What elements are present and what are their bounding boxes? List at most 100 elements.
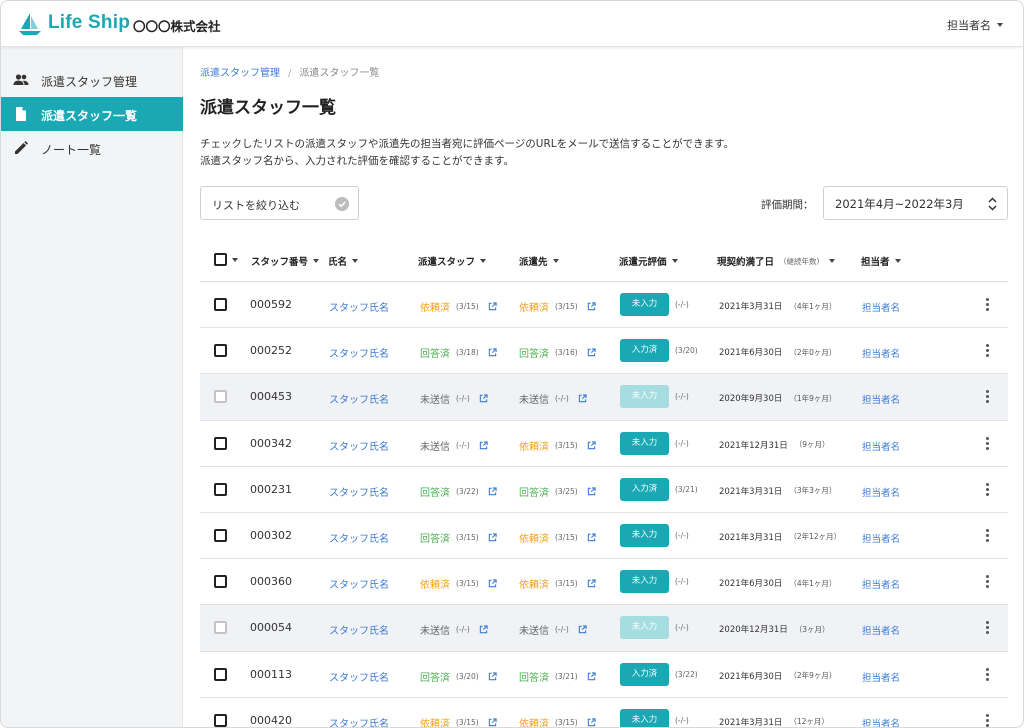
external-link-icon[interactable] (587, 302, 596, 311)
more-options-icon[interactable] (986, 713, 990, 727)
row-checkbox[interactable] (214, 528, 227, 542)
external-link-icon[interactable] (488, 579, 497, 588)
staff-status: 回答済 (3/20) (420, 669, 497, 684)
manager-link[interactable]: 担当者名 (862, 485, 900, 499)
row-checkbox[interactable] (214, 344, 227, 358)
external-link-icon[interactable] (587, 718, 596, 727)
staff-name-link[interactable]: スタッフ氏名 (329, 669, 389, 684)
origin-eval-button[interactable]: 入力済 (620, 662, 669, 686)
sidebar-item-staff-management[interactable]: 派遣スタッフ管理 (1, 63, 183, 97)
sort-caret-icon (313, 259, 320, 263)
sort-header-name[interactable]: 氏名 (328, 254, 359, 268)
origin-eval-button[interactable]: 入力済 (620, 339, 669, 363)
chevron-down-icon[interactable] (232, 257, 238, 262)
staff-name-link[interactable]: スタッフ氏名 (329, 530, 389, 545)
sidebar-item-notes[interactable]: ノート一覧 (1, 131, 183, 165)
status-count: (3/15) (555, 532, 578, 542)
more-options-icon[interactable] (986, 390, 990, 404)
sort-header-manager[interactable]: 担当者 (861, 254, 901, 268)
row-checkbox[interactable] (214, 667, 227, 681)
app-window: Life Ship 〇〇〇株式会社 担当者名 派遣スタッフ管理 派遣スタッフ一覧 (0, 0, 1024, 728)
external-link-icon[interactable] (578, 394, 587, 403)
origin-eval-button[interactable]: 未入力 (620, 616, 669, 640)
origin-eval-button[interactable]: 未入力 (620, 708, 669, 727)
row-checkbox[interactable] (214, 713, 227, 727)
contract-end-date: 2020年12月31日 （3ヶ月） (719, 623, 830, 636)
manager-link[interactable]: 担当者名 (862, 670, 900, 684)
breadcrumb-parent-link[interactable]: 派遣スタッフ管理 (200, 68, 280, 79)
staff-name-link[interactable]: スタッフ氏名 (329, 576, 389, 591)
row-checkbox[interactable] (214, 298, 227, 311)
staff-name-link[interactable]: スタッフ氏名 (329, 438, 389, 453)
select-all-checkbox[interactable] (214, 253, 227, 266)
manager-link[interactable]: 担当者名 (862, 346, 900, 360)
external-link-icon[interactable] (488, 671, 497, 681)
origin-eval-button[interactable]: 入力済 (620, 477, 669, 501)
external-link-icon[interactable] (578, 625, 587, 634)
manager-link[interactable]: 担当者名 (862, 300, 900, 314)
staff-name-link[interactable]: スタッフ氏名 (329, 715, 389, 727)
manager-link[interactable]: 担当者名 (862, 392, 900, 406)
more-options-icon[interactable] (986, 482, 990, 497)
external-link-icon[interactable] (479, 440, 488, 450)
row-checkbox[interactable] (214, 436, 227, 450)
external-link-icon[interactable] (488, 718, 497, 727)
header-label: スタッフ番号 (251, 257, 309, 268)
more-options-icon[interactable] (986, 344, 990, 358)
staff-name-link[interactable]: スタッフ氏名 (329, 299, 389, 314)
sort-header-origin-eval[interactable]: 派遣元評価 (619, 254, 678, 268)
origin-eval-button[interactable]: 未入力 (620, 523, 669, 547)
staff-name-link[interactable]: スタッフ氏名 (329, 622, 389, 637)
external-link-icon[interactable] (587, 487, 596, 496)
origin-eval-button[interactable]: 未入力 (620, 431, 669, 455)
more-options-icon[interactable] (986, 667, 990, 682)
staff-name-link[interactable]: スタッフ氏名 (329, 345, 389, 360)
sort-header-staff[interactable]: 派遣スタッフ (418, 254, 487, 268)
external-link-icon[interactable] (488, 302, 497, 311)
period-select[interactable]: 2021年4月~2022年3月 (823, 186, 1008, 220)
manager-link[interactable]: 担当者名 (862, 623, 900, 637)
external-link-icon[interactable] (479, 394, 488, 403)
staff-name-link[interactable]: スタッフ氏名 (329, 484, 389, 499)
origin-eval-button[interactable]: 未入力 (620, 385, 669, 409)
origin-eval-button[interactable]: 未入力 (620, 293, 669, 316)
sort-header-contract[interactable]: 現契約満了日 （継続年数） (717, 254, 836, 268)
external-link-icon[interactable] (488, 533, 497, 542)
manager-link[interactable]: 担当者名 (862, 577, 900, 591)
more-options-icon[interactable] (986, 528, 990, 543)
sort-header-number[interactable]: スタッフ番号 (251, 254, 320, 268)
external-link-icon[interactable] (587, 440, 596, 450)
more-options-icon[interactable] (986, 575, 990, 589)
more-options-icon[interactable] (986, 621, 990, 635)
status-count: (3/15) (555, 579, 578, 589)
status-text: 回答済 (420, 533, 450, 545)
external-link-icon[interactable] (488, 487, 497, 496)
row-checkbox[interactable] (214, 575, 227, 589)
external-link-icon[interactable] (488, 348, 497, 357)
header-label: 派遣先 (519, 257, 548, 268)
manager-link[interactable]: 担当者名 (862, 531, 900, 545)
row-checkbox[interactable] (214, 390, 227, 404)
staff-name-link[interactable]: スタッフ氏名 (329, 391, 389, 406)
status-count: (3/16) (555, 348, 578, 358)
filter-list-button[interactable]: リストを絞り込む (200, 186, 359, 220)
status-count: (3/25) (555, 486, 578, 496)
external-link-icon[interactable] (587, 348, 596, 357)
origin-eval-button[interactable]: 未入力 (620, 570, 669, 594)
external-link-icon[interactable] (479, 625, 488, 634)
select-all-control[interactable] (214, 253, 238, 266)
manager-link[interactable]: 担当者名 (862, 716, 900, 727)
external-link-icon[interactable] (587, 671, 596, 681)
manager-link[interactable]: 担当者名 (862, 439, 900, 453)
sort-header-client[interactable]: 派遣先 (519, 254, 559, 268)
user-menu[interactable]: 担当者名 (947, 17, 1003, 33)
more-options-icon[interactable] (986, 298, 990, 312)
more-options-icon[interactable] (986, 436, 990, 451)
row-checkbox[interactable] (214, 621, 227, 635)
sidebar-item-staff-list[interactable]: 派遣スタッフ一覧 (1, 97, 183, 131)
external-link-icon[interactable] (587, 579, 596, 588)
client-status: 依頼済 (3/15) (519, 576, 596, 591)
external-link-icon[interactable] (587, 533, 596, 542)
eval-count: (-/-) (675, 300, 689, 309)
row-checkbox[interactable] (214, 482, 227, 496)
